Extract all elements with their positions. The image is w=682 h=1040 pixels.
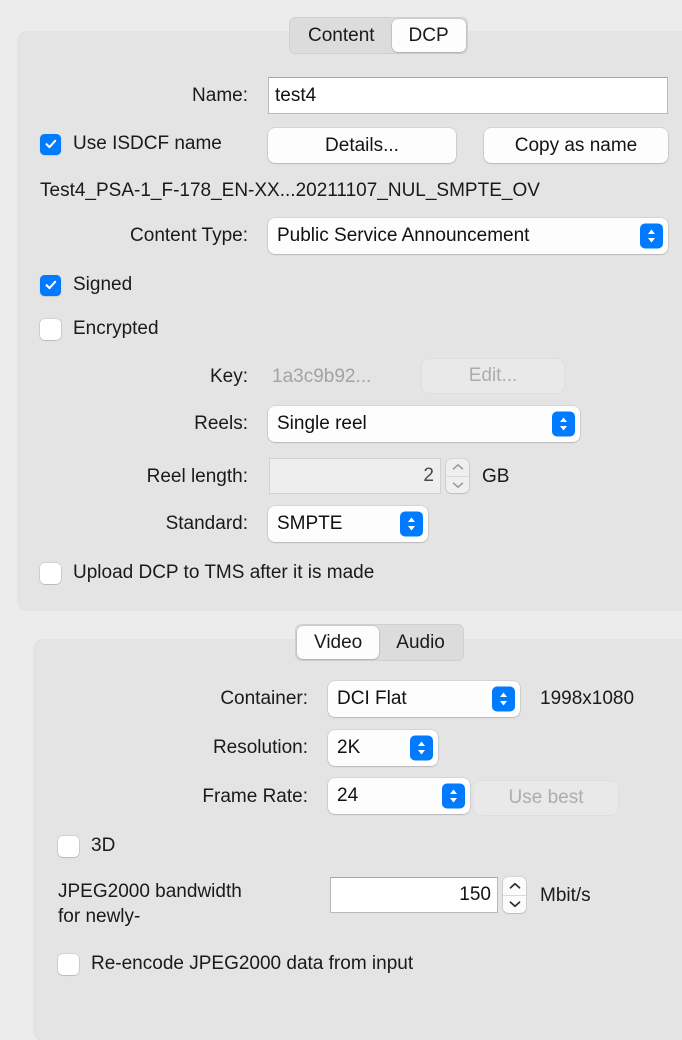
chevron-updown-icon — [552, 411, 575, 437]
reel-length-stepper[interactable] — [446, 459, 469, 493]
edit-key-button[interactable]: Edit... — [422, 359, 564, 393]
name-label: Name: — [192, 85, 248, 106]
use-isdcf-name-checkbox[interactable]: Use ISDCF name — [40, 133, 222, 155]
checkbox-box — [40, 562, 61, 584]
checkmark-icon — [45, 280, 56, 290]
upload-tms-label: Upload DCP to TMS after it is made — [73, 562, 375, 583]
name-input[interactable]: test4 — [268, 77, 668, 114]
tab-content[interactable]: Content — [291, 19, 392, 52]
reels-select[interactable]: Single reel — [268, 406, 580, 442]
bandwidth-label-line2: for newly- — [58, 906, 141, 928]
checkbox-box — [40, 318, 61, 340]
use-best-button[interactable]: Use best — [474, 781, 618, 815]
reel-length-unit: GB — [482, 466, 510, 487]
container-value: DCI Flat — [337, 688, 407, 709]
encrypted-checkbox[interactable]: Encrypted — [40, 318, 159, 340]
tab-video[interactable]: Video — [297, 626, 380, 659]
reencode-checkbox[interactable]: Re-encode JPEG2000 data from input — [58, 953, 413, 975]
frame-rate-label: Frame Rate: — [202, 786, 308, 807]
frame-rate-select[interactable]: 24 — [328, 778, 470, 814]
three-d-label: 3D — [91, 835, 116, 856]
upload-tms-checkbox[interactable]: Upload DCP to TMS after it is made — [40, 562, 374, 584]
chevron-updown-icon — [400, 511, 423, 537]
checkbox-box — [40, 133, 61, 155]
bandwidth-input[interactable]: 150 — [330, 877, 498, 913]
isdcf-name-text: Test4_PSA-1_F-178_EN-XX...20211107_NUL_S… — [40, 180, 540, 201]
tab-audio[interactable]: Audio — [379, 626, 462, 659]
chevron-updown-icon — [410, 735, 433, 761]
checkmark-icon — [45, 139, 56, 149]
checkbox-box — [58, 835, 79, 857]
content-type-value: Public Service Announcement — [277, 225, 530, 246]
bandwidth-unit: Mbit/s — [540, 885, 591, 906]
reencode-label: Re-encode JPEG2000 data from input — [91, 953, 414, 974]
standard-value: SMPTE — [277, 513, 343, 534]
chevron-updown-icon — [492, 686, 515, 712]
resolution-label: Resolution: — [212, 737, 308, 758]
signed-label: Signed — [73, 274, 133, 295]
resolution-select[interactable]: 2K — [328, 730, 438, 766]
content-type-label: Content Type: — [130, 225, 248, 246]
standard-label: Standard: — [165, 513, 248, 534]
key-label: Key: — [209, 366, 248, 387]
reels-value: Single reel — [277, 413, 367, 434]
use-isdcf-name-label: Use ISDCF name — [73, 133, 222, 154]
reels-label: Reels: — [194, 413, 248, 434]
top-tab-bar: Content DCP — [289, 17, 468, 54]
resolution-value: 2K — [337, 737, 361, 758]
container-select[interactable]: DCI Flat — [328, 681, 520, 717]
bandwidth-stepper[interactable] — [503, 877, 526, 913]
reel-length-input[interactable]: 2 — [269, 458, 441, 494]
three-d-checkbox[interactable]: 3D — [58, 835, 115, 857]
stepper-down-icon[interactable] — [446, 477, 469, 494]
key-value: 1a3c9b92... — [272, 366, 372, 387]
tab-dcp[interactable]: DCP — [391, 19, 466, 52]
container-label: Container: — [220, 688, 308, 709]
copy-as-name-button[interactable]: Copy as name — [484, 128, 668, 163]
checkbox-box — [40, 274, 61, 296]
stepper-up-icon[interactable] — [503, 877, 526, 896]
stepper-up-icon[interactable] — [446, 459, 469, 477]
reel-length-label: Reel length: — [146, 466, 248, 487]
bandwidth-label: JPEG2000 bandwidth for newly- — [58, 879, 318, 929]
content-type-select[interactable]: Public Service Announcement — [268, 218, 668, 254]
bandwidth-label-line1: JPEG2000 bandwidth — [58, 881, 242, 902]
encrypted-label: Encrypted — [73, 318, 159, 339]
stepper-down-icon[interactable] — [503, 896, 526, 914]
frame-rate-value: 24 — [337, 785, 359, 806]
checkbox-box — [58, 953, 79, 975]
standard-select[interactable]: SMPTE — [268, 506, 428, 542]
chevron-updown-icon — [640, 223, 663, 249]
chevron-updown-icon — [442, 783, 465, 809]
signed-checkbox[interactable]: Signed — [40, 274, 132, 296]
details-button[interactable]: Details... — [268, 128, 456, 163]
video-audio-tab-bar: Video Audio — [295, 624, 464, 661]
container-dimensions: 1998x1080 — [540, 688, 635, 709]
